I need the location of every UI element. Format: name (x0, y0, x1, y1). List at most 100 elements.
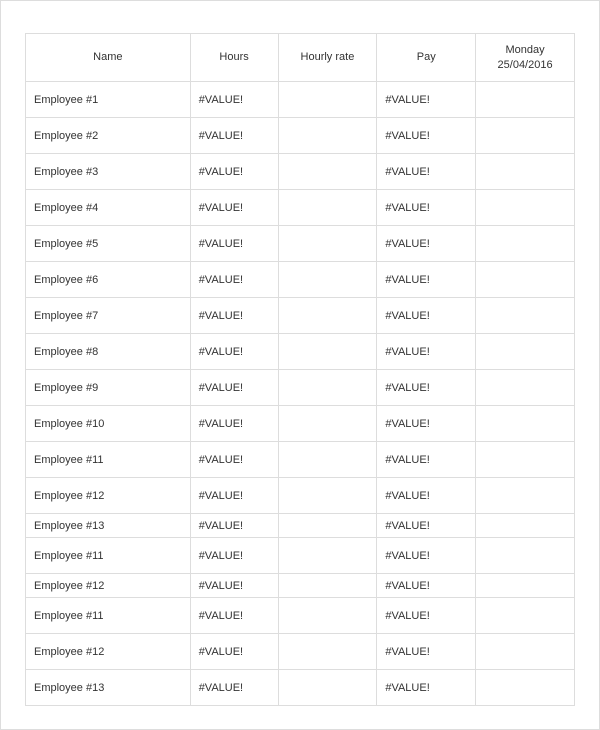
cell-rate (278, 334, 377, 370)
cell-name: Employee #12 (26, 574, 191, 598)
cell-name: Employee #5 (26, 226, 191, 262)
cell-hours: #VALUE! (190, 634, 278, 670)
cell-hours: #VALUE! (190, 598, 278, 634)
table-row: Employee #1#VALUE!#VALUE! (26, 82, 575, 118)
page-frame: Name Hours Hourly rate Pay Monday 25/04/… (0, 0, 600, 730)
table-row: Employee #8#VALUE!#VALUE! (26, 334, 575, 370)
table-body: Employee #1#VALUE!#VALUE!Employee #2#VAL… (26, 82, 575, 706)
cell-name: Employee #12 (26, 478, 191, 514)
col-header-pay: Pay (377, 34, 476, 82)
table-row: Employee #12#VALUE!#VALUE! (26, 478, 575, 514)
table-row: Employee #12#VALUE!#VALUE! (26, 634, 575, 670)
cell-rate (278, 262, 377, 298)
cell-day (476, 262, 575, 298)
table-row: Employee #11#VALUE!#VALUE! (26, 598, 575, 634)
cell-name: Employee #7 (26, 298, 191, 334)
cell-hours: #VALUE! (190, 574, 278, 598)
cell-rate (278, 226, 377, 262)
table-row: Employee #3#VALUE!#VALUE! (26, 154, 575, 190)
cell-name: Employee #11 (26, 598, 191, 634)
table-row: Employee #11#VALUE!#VALUE! (26, 442, 575, 478)
cell-name: Employee #13 (26, 670, 191, 706)
table-row: Employee #13#VALUE!#VALUE! (26, 670, 575, 706)
cell-day (476, 370, 575, 406)
cell-hours: #VALUE! (190, 370, 278, 406)
table-row: Employee #6#VALUE!#VALUE! (26, 262, 575, 298)
cell-rate (278, 442, 377, 478)
cell-pay: #VALUE! (377, 634, 476, 670)
cell-day (476, 634, 575, 670)
cell-rate (278, 514, 377, 538)
cell-rate (278, 190, 377, 226)
cell-name: Employee #11 (26, 538, 191, 574)
cell-day (476, 298, 575, 334)
cell-pay: #VALUE! (377, 226, 476, 262)
cell-pay: #VALUE! (377, 574, 476, 598)
cell-pay: #VALUE! (377, 190, 476, 226)
cell-hours: #VALUE! (190, 190, 278, 226)
cell-name: Employee #6 (26, 262, 191, 298)
col-header-name: Name (26, 34, 191, 82)
cell-day (476, 538, 575, 574)
cell-hours: #VALUE! (190, 478, 278, 514)
cell-day (476, 118, 575, 154)
cell-rate (278, 370, 377, 406)
cell-pay: #VALUE! (377, 478, 476, 514)
cell-rate (278, 574, 377, 598)
cell-rate (278, 634, 377, 670)
cell-hours: #VALUE! (190, 118, 278, 154)
cell-pay: #VALUE! (377, 442, 476, 478)
table-row: Employee #13#VALUE!#VALUE! (26, 514, 575, 538)
cell-rate (278, 82, 377, 118)
cell-hours: #VALUE! (190, 334, 278, 370)
cell-day (476, 334, 575, 370)
cell-hours: #VALUE! (190, 442, 278, 478)
cell-pay: #VALUE! (377, 406, 476, 442)
table-row: Employee #12#VALUE!#VALUE! (26, 574, 575, 598)
cell-rate (278, 154, 377, 190)
cell-rate (278, 538, 377, 574)
cell-pay: #VALUE! (377, 82, 476, 118)
table-row: Employee #5#VALUE!#VALUE! (26, 226, 575, 262)
cell-hours: #VALUE! (190, 538, 278, 574)
cell-hours: #VALUE! (190, 262, 278, 298)
cell-day (476, 514, 575, 538)
cell-hours: #VALUE! (190, 154, 278, 190)
cell-rate (278, 670, 377, 706)
col-header-hours: Hours (190, 34, 278, 82)
cell-name: Employee #3 (26, 154, 191, 190)
cell-pay: #VALUE! (377, 598, 476, 634)
table-header-row: Name Hours Hourly rate Pay Monday 25/04/… (26, 34, 575, 82)
cell-name: Employee #2 (26, 118, 191, 154)
cell-name: Employee #8 (26, 334, 191, 370)
table-row: Employee #2#VALUE!#VALUE! (26, 118, 575, 154)
cell-day (476, 406, 575, 442)
cell-day (476, 670, 575, 706)
cell-rate (278, 298, 377, 334)
payroll-table: Name Hours Hourly rate Pay Monday 25/04/… (25, 33, 575, 706)
cell-day (476, 154, 575, 190)
cell-day (476, 442, 575, 478)
cell-hours: #VALUE! (190, 298, 278, 334)
cell-day (476, 190, 575, 226)
table-row: Employee #4#VALUE!#VALUE! (26, 190, 575, 226)
cell-hours: #VALUE! (190, 670, 278, 706)
cell-name: Employee #9 (26, 370, 191, 406)
cell-rate (278, 478, 377, 514)
cell-pay: #VALUE! (377, 670, 476, 706)
cell-pay: #VALUE! (377, 514, 476, 538)
cell-name: Employee #10 (26, 406, 191, 442)
cell-name: Employee #1 (26, 82, 191, 118)
cell-name: Employee #12 (26, 634, 191, 670)
cell-pay: #VALUE! (377, 262, 476, 298)
cell-day (476, 82, 575, 118)
cell-rate (278, 598, 377, 634)
cell-hours: #VALUE! (190, 82, 278, 118)
cell-pay: #VALUE! (377, 370, 476, 406)
col-header-day: Monday 25/04/2016 (476, 34, 575, 82)
table-row: Employee #9#VALUE!#VALUE! (26, 370, 575, 406)
table-row: Employee #7#VALUE!#VALUE! (26, 298, 575, 334)
table-row: Employee #11#VALUE!#VALUE! (26, 538, 575, 574)
cell-pay: #VALUE! (377, 538, 476, 574)
cell-pay: #VALUE! (377, 118, 476, 154)
